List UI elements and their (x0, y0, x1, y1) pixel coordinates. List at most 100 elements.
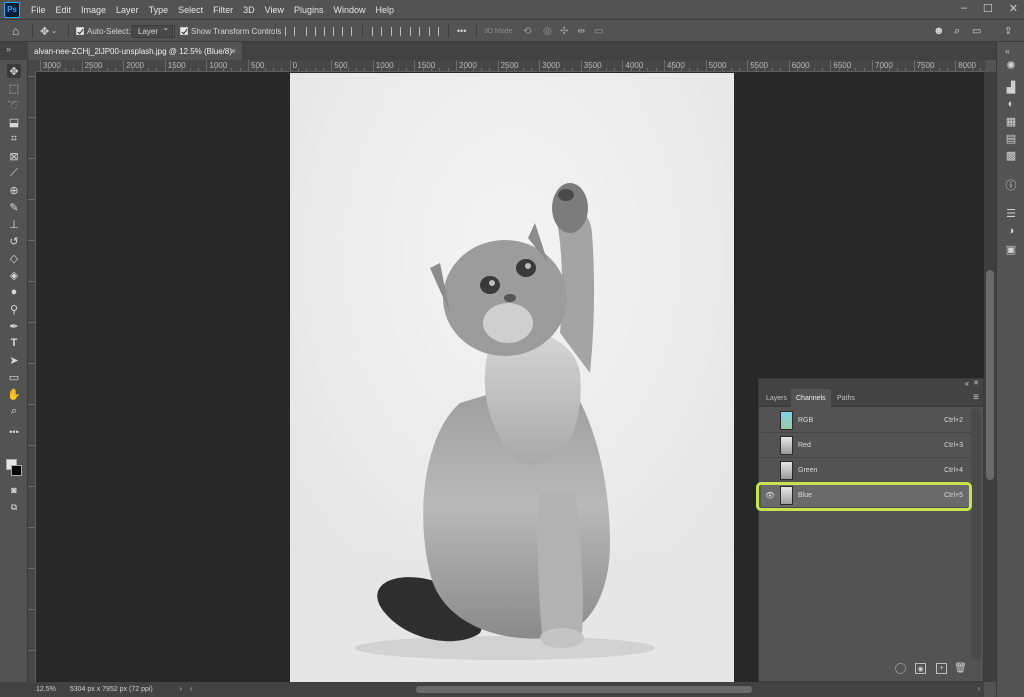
adjustments-icon[interactable]: ◑ (1004, 224, 1018, 238)
delete-channel-icon[interactable]: 🗑 (954, 663, 967, 674)
edit-toolbar-icon[interactable]: ••• (7, 425, 21, 439)
move-tool-icon[interactable]: ✥ (7, 64, 21, 78)
status-menu-arrow[interactable]: › (180, 686, 182, 693)
3d-slide-icon[interactable]: ⇹ (577, 24, 585, 38)
vertical-scrollbar-thumb[interactable] (986, 270, 994, 480)
menu-layer[interactable]: Layer (111, 5, 144, 15)
align-left-icon[interactable] (285, 24, 295, 38)
tab-channels[interactable]: Channels (791, 389, 831, 407)
screen-mode-icon[interactable]: ⧉ (7, 500, 21, 514)
dodge-tool-icon[interactable]: ⚲ (7, 302, 21, 316)
workspace-icon[interactable]: ▭ (972, 24, 981, 38)
document-tab[interactable]: alvan-nee-ZCHj_2lJP00-unsplash.jpg @ 12.… (28, 42, 242, 60)
eyedropper-tool-icon[interactable]: ⟋ (7, 166, 21, 180)
histogram-icon[interactable]: ▟ (1004, 80, 1018, 94)
new-channel-icon[interactable]: + (936, 663, 947, 674)
collapse-toolbar-icon[interactable]: » (6, 44, 11, 54)
more-options-button[interactable]: ••• (457, 24, 466, 38)
menu-plugins[interactable]: Plugins (289, 5, 329, 15)
paint-bucket-tool-icon[interactable]: ◈ (7, 268, 21, 282)
menu-view[interactable]: View (260, 5, 289, 15)
align-right-icon[interactable] (324, 24, 334, 38)
menu-file[interactable]: File (26, 5, 51, 15)
info-icon[interactable]: ⓘ (1004, 178, 1018, 192)
close-window-button[interactable]: ✕ (1009, 2, 1018, 15)
align-bottom-icon[interactable] (410, 24, 420, 38)
3d-orbit-icon[interactable]: ⟲ (523, 24, 531, 38)
auto-select-checkbox[interactable]: Auto-Select: (76, 24, 131, 38)
horizontal-scrollbar-thumb[interactable] (416, 686, 752, 693)
close-panel-icon[interactable]: ✕ (973, 379, 979, 387)
libraries-icon[interactable]: ▣ (1004, 242, 1018, 256)
channel-row-rgb[interactable]: RGB Ctrl+2 (761, 409, 973, 433)
distribute-vertical-icon[interactable] (429, 24, 439, 38)
channel-row-red[interactable]: Red Ctrl+3 (761, 434, 973, 458)
menu-type[interactable]: Type (144, 5, 174, 15)
eraser-tool-icon[interactable]: ◇ (7, 251, 21, 265)
tab-layers[interactable]: Layers (761, 389, 792, 407)
menu-filter[interactable]: Filter (208, 5, 238, 15)
menu-3d[interactable]: 3D (238, 5, 260, 15)
path-selection-tool-icon[interactable]: ➤ (7, 353, 21, 367)
visibility-toggle[interactable] (764, 415, 776, 427)
minimize-button[interactable]: – (961, 2, 967, 15)
rectangle-tool-icon[interactable]: ▭ (7, 370, 21, 384)
menu-select[interactable]: Select (173, 5, 208, 15)
search-icon[interactable]: ⌕ (954, 24, 960, 38)
home-icon[interactable]: ⌂ (12, 24, 19, 38)
visibility-toggle[interactable] (764, 440, 776, 452)
zoom-level[interactable]: 12.5% (36, 686, 56, 693)
lasso-tool-icon[interactable]: ➰ (7, 98, 21, 112)
channel-row-green[interactable]: Green Ctrl+4 (761, 459, 973, 483)
brush-settings-icon[interactable]: ✺ (1004, 58, 1018, 72)
zoom-tool-icon[interactable]: ⌕ (7, 404, 21, 418)
menu-window[interactable]: Window (329, 5, 371, 15)
menu-image[interactable]: Image (76, 5, 111, 15)
show-transform-controls-checkbox[interactable]: Show Transform Controls (180, 24, 281, 38)
crop-tool-icon[interactable]: ⌗ (7, 132, 21, 146)
distribute-horizontal-icon[interactable] (342, 24, 352, 38)
load-channel-selection-icon[interactable] (895, 663, 906, 674)
history-brush-tool-icon[interactable]: ↺ (7, 234, 21, 248)
align-center-horizontal-icon[interactable] (306, 24, 316, 38)
panel-menu-icon[interactable]: ≡ (973, 392, 979, 403)
panel-scrollbar[interactable] (971, 409, 981, 659)
align-top-icon[interactable] (372, 24, 382, 38)
collapse-panels-icon[interactable]: « (1005, 46, 1010, 56)
move-tool-preset-icon[interactable]: ✥ ⌄ (40, 24, 57, 38)
maximize-button[interactable]: ☐ (983, 2, 993, 15)
scroll-left-icon[interactable]: ‹ (190, 684, 193, 693)
quick-mask-icon[interactable]: ◙ (7, 483, 21, 497)
menu-help[interactable]: Help (371, 5, 400, 15)
properties-icon[interactable]: ☰ (1004, 206, 1018, 220)
scroll-right-icon[interactable]: › (977, 684, 980, 693)
tab-paths[interactable]: Paths (832, 389, 860, 407)
hand-tool-icon[interactable]: ✋ (7, 387, 21, 401)
object-selection-tool-icon[interactable]: ⬓ (7, 115, 21, 129)
type-tool-icon[interactable]: T (7, 336, 21, 350)
brush-tool-icon[interactable]: ✎ (7, 200, 21, 214)
visibility-toggle[interactable] (764, 465, 776, 477)
color-icon[interactable]: ◐ (1004, 97, 1018, 111)
marquee-tool-icon[interactable]: ⬚ (7, 81, 21, 95)
document-canvas[interactable] (290, 73, 734, 682)
3d-camera-icon[interactable]: ▭ (594, 24, 603, 38)
close-document-icon[interactable]: × (231, 46, 236, 56)
align-middle-vertical-icon[interactable] (391, 24, 401, 38)
horizontal-ruler[interactable]: 3000 2500 2000 1500 1000 500 0 500 1000 1500 2000 2… (36, 60, 986, 72)
background-color-swatch[interactable] (11, 465, 22, 476)
menu-edit[interactable]: Edit (51, 5, 77, 15)
pen-tool-icon[interactable]: ✒ (7, 319, 21, 333)
gradients-icon[interactable]: ▤ (1004, 131, 1018, 145)
3d-pan-icon[interactable]: ✣ (560, 24, 568, 38)
3d-roll-icon[interactable]: ◎ (543, 24, 552, 38)
patterns-icon[interactable]: ▩ (1004, 148, 1018, 162)
share-icon[interactable]: ☻ (933, 24, 945, 38)
blur-tool-icon[interactable]: ● (7, 285, 21, 299)
spot-healing-tool-icon[interactable]: ⊕ (7, 183, 21, 197)
frame-tool-icon[interactable]: ⊠ (7, 149, 21, 163)
vertical-ruler[interactable] (28, 72, 36, 682)
share-upload-icon[interactable]: ⇪ (1004, 24, 1012, 38)
collapse-panel-icon[interactable]: « (965, 379, 969, 388)
save-selection-channel-icon[interactable]: ◉ (915, 663, 926, 674)
